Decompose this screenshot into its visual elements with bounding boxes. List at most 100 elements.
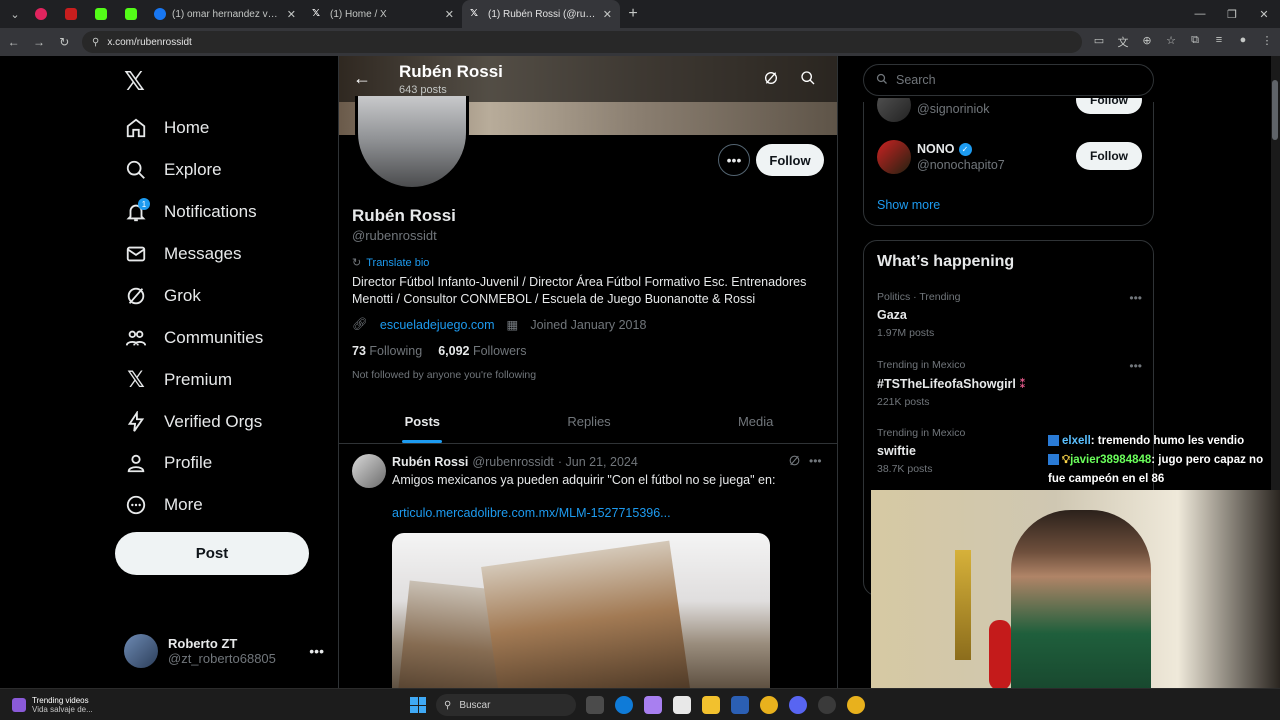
sidebar-item-messages[interactable]: Messages: [124, 236, 241, 272]
menu-icon[interactable]: ⋮: [1260, 34, 1274, 50]
browser-tab[interactable]: (1) omar hernandez valdez - Re ✕: [146, 0, 304, 28]
pinned-tab[interactable]: [26, 0, 56, 28]
edge-icon[interactable]: [615, 696, 633, 714]
show-more-link[interactable]: Show more: [877, 198, 940, 212]
chat-text: : tremendo humo les vendio: [1090, 435, 1245, 447]
url-field[interactable]: ⚲ x.com/rubenrossidt: [81, 31, 1082, 53]
reload-icon[interactable]: ↻: [57, 35, 72, 49]
tab-search-icon[interactable]: ⌄: [4, 3, 26, 25]
store-icon[interactable]: [673, 696, 691, 714]
tweet-author-handle[interactable]: @rubenrossidt: [472, 455, 553, 469]
task-view-icon[interactable]: [586, 696, 604, 714]
sidebar-item-explore[interactable]: Explore: [124, 152, 222, 188]
obs-icon[interactable]: [818, 696, 836, 714]
close-tab-icon[interactable]: ✕: [287, 8, 296, 21]
tweet[interactable]: Rubén Rossi @rubenrossidt · Jun 21, 2024…: [339, 444, 837, 688]
sidebar-item-premium[interactable]: 𝕏 Premium: [124, 362, 232, 398]
pinned-tab[interactable]: [116, 0, 146, 28]
close-tab-icon[interactable]: ✕: [445, 8, 454, 21]
follow-button[interactable]: Follow: [756, 144, 824, 176]
file-explorer-icon[interactable]: [702, 696, 720, 714]
tab-replies[interactable]: Replies: [506, 400, 673, 443]
person-icon: [124, 451, 148, 475]
translate-bio-link[interactable]: ↻ Translate bio: [352, 256, 429, 270]
following-link[interactable]: 73 Following: [352, 344, 422, 358]
tweet-link[interactable]: articulo.mercadolibre.com.mx/MLM-1527715…: [392, 506, 671, 520]
bookmark-star-icon[interactable]: ☆: [1164, 34, 1178, 50]
close-window-icon[interactable]: ✕: [1248, 8, 1280, 21]
chrome-icon[interactable]: [847, 696, 865, 714]
followers-link[interactable]: 6,092 Followers: [438, 344, 526, 358]
sidebar-item-more[interactable]: More: [124, 487, 203, 523]
more-dots-icon[interactable]: •••: [309, 643, 324, 659]
more-dots-icon[interactable]: •••: [809, 454, 822, 468]
back-arrow-icon[interactable]: ←: [353, 68, 371, 88]
windows-start-icon[interactable]: [410, 697, 426, 713]
profile-avatar[interactable]: [355, 96, 469, 190]
left-sidebar: 𝕏 Home Explore 1 Notifications Messages …: [0, 56, 338, 688]
follow-suggestion[interactable]: @signoriniok Follow: [877, 98, 1142, 126]
tab-media[interactable]: Media: [672, 400, 837, 443]
chrome-icon[interactable]: [760, 696, 778, 714]
follow-suggestion[interactable]: NONO ✓ @nonochapito7 Follow: [877, 140, 1142, 176]
trend-item[interactable]: Politics · Trending Gaza 1.97M posts •••: [877, 291, 1142, 339]
media-icon[interactable]: ≡: [1212, 34, 1226, 50]
tweet-image[interactable]: [392, 533, 770, 688]
forward-icon[interactable]: →: [31, 35, 46, 49]
copilot-icon[interactable]: [644, 696, 662, 714]
close-tab-icon[interactable]: ✕: [603, 8, 612, 21]
word-icon[interactable]: [731, 696, 749, 714]
taskbar-search[interactable]: ⚲ Buscar: [436, 694, 576, 716]
discord-icon[interactable]: [789, 696, 807, 714]
trend-item[interactable]: Trending in Mexico #TSTheLifeofaShowgirl…: [877, 359, 1142, 408]
extensions-icon[interactable]: ⧉: [1188, 34, 1202, 50]
zoom-icon[interactable]: ⊕: [1140, 34, 1154, 50]
news-widget[interactable]: Trending videos Vida salvaje de...: [0, 696, 300, 714]
browser-tab[interactable]: 𝕏 (1) Home / X ✕: [304, 0, 462, 28]
tweet-avatar[interactable]: [352, 454, 386, 488]
follow-counts: 73 Following 6,092 Followers: [352, 344, 526, 358]
sidebar-item-notifications[interactable]: 1 Notifications: [124, 194, 257, 230]
follow-button[interactable]: Follow: [1076, 142, 1142, 170]
account-switcher[interactable]: Roberto ZT @zt_roberto68805 •••: [124, 633, 324, 669]
sidebar-item-profile[interactable]: Profile: [124, 445, 212, 481]
new-tab-button[interactable]: +: [620, 5, 646, 23]
scrollbar-thumb[interactable]: [1272, 80, 1278, 140]
cast-icon[interactable]: ▭: [1092, 34, 1106, 50]
sidebar-item-grok[interactable]: Grok: [124, 278, 201, 314]
search-icon: [124, 158, 148, 182]
profile-column: ← Rubén Rossi 643 posts ••• Follow Rubén…: [338, 56, 838, 688]
translate-icon[interactable]: 文: [1116, 34, 1130, 50]
tweet-date[interactable]: · Jun 21, 2024: [558, 455, 638, 469]
more-dots-icon[interactable]: •••: [1129, 359, 1142, 373]
site-info-icon[interactable]: ⚲: [92, 37, 99, 48]
x-logo-icon[interactable]: 𝕏: [124, 68, 150, 94]
tab-title: (1) omar hernandez valdez - Re: [172, 8, 281, 20]
sidebar-item-home[interactable]: Home: [124, 110, 209, 146]
who-to-follow: @signoriniok Follow NONO ✓ @nonochapito7…: [863, 98, 1154, 226]
post-button[interactable]: Post: [115, 532, 309, 575]
profile-icon[interactable]: ●: [1236, 34, 1250, 50]
pinned-tab[interactable]: [86, 0, 116, 28]
browser-tab-active[interactable]: 𝕏 (1) Rubén Rossi (@rubenrossidt ✕: [462, 0, 620, 28]
grok-icon[interactable]: [788, 454, 801, 470]
search-icon[interactable]: [800, 70, 818, 88]
trend-posts: 221K posts: [877, 396, 930, 408]
grok-icon[interactable]: [763, 70, 781, 88]
pinned-tab[interactable]: [56, 0, 86, 28]
avatar: [877, 98, 911, 122]
sidebar-item-communities[interactable]: Communities: [124, 320, 263, 356]
search-input[interactable]: Search: [863, 64, 1154, 96]
more-options-button[interactable]: •••: [718, 144, 750, 176]
website-link[interactable]: escueladejuego.com: [380, 318, 495, 332]
tab-posts[interactable]: Posts: [339, 400, 506, 443]
sidebar-item-label: Messages: [164, 244, 242, 263]
tweet-header: Rubén Rossi @rubenrossidt · Jun 21, 2024: [392, 455, 638, 469]
back-icon[interactable]: ←: [6, 35, 21, 49]
more-dots-icon[interactable]: •••: [1129, 291, 1142, 305]
sidebar-item-verified-orgs[interactable]: Verified Orgs: [124, 404, 262, 440]
follow-button[interactable]: Follow: [1076, 98, 1142, 114]
minimize-icon[interactable]: —: [1184, 8, 1216, 21]
tweet-author-name[interactable]: Rubén Rossi: [392, 455, 468, 469]
restore-icon[interactable]: ❐: [1216, 8, 1248, 21]
